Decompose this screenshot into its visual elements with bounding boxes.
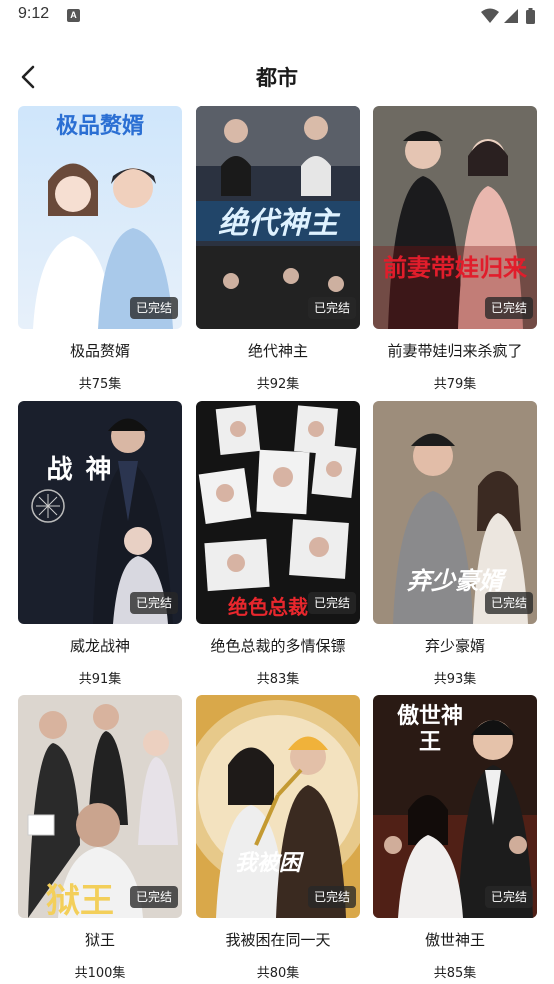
drama-title[interactable]: 狱王 <box>8 929 192 950</box>
wifi-icon <box>481 8 499 23</box>
episode-count: 共100集 <box>74 966 126 981</box>
status-badge: 已完结 <box>307 886 356 908</box>
drama-title[interactable]: 威龙战神 <box>8 635 192 656</box>
cover-image[interactable]: 绝代神主 已完结 <box>196 106 360 329</box>
status-badge: 已完结 <box>129 297 178 319</box>
episode-count: 共85集 <box>433 966 477 981</box>
episode-count: 共80集 <box>256 966 300 981</box>
cover-image[interactable]: 弃少豪婿 已完结 <box>373 401 537 624</box>
status-badge: 已完结 <box>484 297 533 319</box>
cover-text: 傲世神王 <box>396 703 463 755</box>
drama-title[interactable]: 绝代神主 <box>186 340 370 361</box>
cover-image[interactable]: 狱王 已完结 <box>18 695 182 918</box>
status-badge: 已完结 <box>129 886 178 908</box>
status-badge: 已完结 <box>307 297 356 319</box>
status-badge: 已完结 <box>307 592 356 614</box>
episode-count: 共92集 <box>256 377 300 392</box>
drama-title[interactable]: 前妻带娃归来杀疯了 <box>363 340 547 361</box>
cover-text: 弃少豪婿 <box>407 566 503 595</box>
status-badge: 已完结 <box>484 592 533 614</box>
page-title: 都市 <box>256 66 298 90</box>
status-icons <box>480 7 540 25</box>
cover-image[interactable]: 傲世神王 已完结 <box>373 695 537 918</box>
status-badge: 已完结 <box>129 592 178 614</box>
drama-title[interactable]: 傲世神王 <box>363 929 547 950</box>
episode-count: 共83集 <box>256 672 300 687</box>
drama-title[interactable]: 绝色总裁的多情保镖 <box>186 635 370 656</box>
episode-count: 共93集 <box>433 672 477 687</box>
cover-text: 战 神 <box>46 455 114 485</box>
episode-count: 共79集 <box>433 377 477 392</box>
signal-icon <box>504 9 518 23</box>
cover-image[interactable]: 战 神 已完结 <box>18 401 182 624</box>
cover-text: 极品赘婿 <box>55 113 144 139</box>
battery-icon <box>526 8 535 24</box>
cover-text: 我被困 <box>234 850 301 876</box>
status-time: 9:12 <box>18 5 50 22</box>
cover-image[interactable]: 前妻带娃归来 已完结 <box>373 106 537 329</box>
cover-text: 绝代神主 <box>218 206 338 241</box>
drama-title[interactable]: 弃少豪婿 <box>363 635 547 656</box>
cover-image[interactable]: 绝色总裁 已完结 <box>196 401 360 624</box>
episode-count: 共75集 <box>78 377 122 392</box>
header: 都市 <box>0 52 554 102</box>
episode-count: 共91集 <box>78 672 122 687</box>
status-bar: 9:12 A <box>0 0 554 32</box>
cover-image[interactable]: 我被困 已完结 <box>196 695 360 918</box>
status-badge: 已完结 <box>484 886 533 908</box>
drama-title[interactable]: 我被困在同一天 <box>186 929 370 950</box>
notification-icon: A <box>67 9 80 22</box>
cover-image[interactable]: 极品赘婿 已完结 <box>18 106 182 329</box>
cover-text: 前妻带娃归来 <box>383 253 527 282</box>
drama-title[interactable]: 极品赘婿 <box>8 340 192 361</box>
